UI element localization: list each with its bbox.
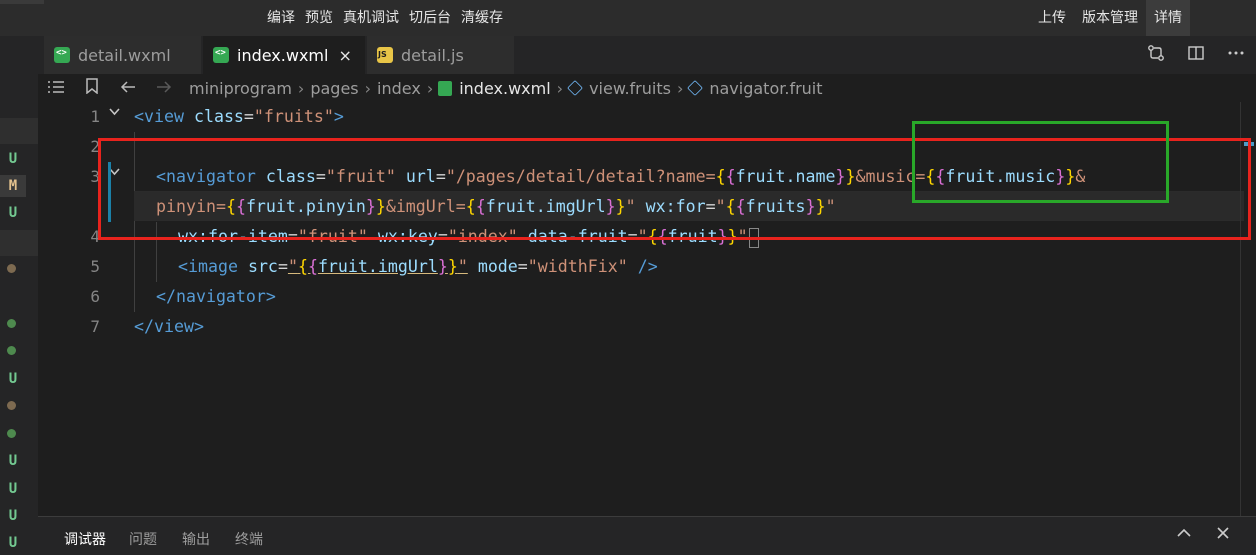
git-untracked-badge: U [8,151,18,167]
tab-label: index.wxml [237,45,329,65]
forward-arrow-icon[interactable] [146,79,182,98]
wxml-file-icon [54,47,70,63]
breadcrumb-separator: › [364,78,372,98]
preview-button[interactable]: 预览 [300,0,338,36]
toolbar-right-group: 上传 版本管理 详情 [1030,0,1190,36]
code-line-5: <image src="{{fruit.imgUrl}}" mode="widt… [178,257,658,276]
more-actions-icon[interactable] [1216,44,1256,67]
tab-actions [1136,36,1256,74]
tab-debugger[interactable]: 调试器 [64,517,106,555]
fold-chevron-icon[interactable] [108,102,124,130]
line-number: 2 [90,137,100,156]
wxml-file-icon [438,80,453,96]
tab-terminal[interactable]: 终端 [235,517,263,555]
close-panel-icon[interactable] [1215,525,1231,546]
git-untracked-badge: U [8,453,18,469]
git-untracked-badge: U [8,481,18,497]
wxml-file-icon [213,47,229,63]
tab-detail-wxml[interactable]: detail.wxml [44,36,202,74]
version-management-button[interactable]: 版本管理 [1074,0,1146,36]
git-modified-badge: M [0,175,26,197]
back-arrow-icon[interactable] [110,79,146,98]
element-cube-icon [567,80,583,96]
line-number: 6 [90,287,100,306]
breadcrumb-item-index[interactable]: index [374,79,424,98]
tab-problems[interactable]: 问题 [129,517,157,555]
code-line-6: </navigator> [156,287,276,306]
breadcrumb-item-pages[interactable]: pages [307,79,361,98]
compile-button[interactable]: 编译 [262,0,300,36]
code-line-1: <view class="fruits"> [134,107,344,126]
toolbar-corner [0,0,44,4]
activity-band [0,118,38,144]
git-dot-icon [7,401,16,410]
line-number: 1 [90,107,100,126]
breadcrumb-item-navigator[interactable]: navigator.fruit [706,79,825,98]
git-dot-icon [7,264,16,273]
upload-button[interactable]: 上传 [1030,0,1074,36]
breadcrumb-separator: › [297,78,305,98]
compare-changes-icon[interactable] [1136,44,1176,67]
breadcrumb-item-miniprogram[interactable]: miniprogram [186,79,295,98]
git-untracked-badge: U [8,371,18,387]
git-dot-icon [7,346,16,355]
tab-index-wxml[interactable]: index.wxml × [203,36,366,74]
top-toolbar: 编译 预览 真机调试 切后台 清缓存 上传 版本管理 详情 [0,0,1256,36]
git-dot-icon [7,319,16,328]
git-dot-icon [7,429,16,438]
switch-background-button[interactable]: 切后台 [404,0,456,36]
close-icon[interactable]: × [338,46,351,65]
bottom-panel: 调试器 问题 输出 终端 [38,516,1256,555]
tab-label: detail.js [401,45,464,65]
tab-detail-js[interactable]: detail.js [367,36,515,74]
editor-tab-bar: detail.wxml index.wxml × detail.js [0,36,1256,74]
breadcrumb-separator: › [676,78,684,98]
element-cube-icon [687,80,704,96]
toolbar-left-group: 编译 预览 真机调试 切后台 清缓存 [262,0,508,36]
breadcrumb-separator: › [426,78,434,98]
maximize-panel-icon[interactable] [1176,525,1192,546]
js-file-icon [377,47,393,63]
breadcrumb-item-view[interactable]: view.fruits [586,79,674,98]
code-line-7: </view> [134,317,204,336]
tab-output[interactable]: 输出 [182,517,210,555]
breadcrumb-path: miniprogram › pages › index › index.wxml… [186,79,826,98]
remote-debug-button[interactable]: 真机调试 [338,0,404,36]
git-untracked-badge: U [8,205,18,221]
git-untracked-badge: U [8,535,18,551]
git-status-strip: U M U U U U U U [0,36,38,555]
bookmark-icon[interactable] [74,78,110,98]
breadcrumb-item-file[interactable]: index.wxml [456,79,553,98]
line-number-gutter: 1 2 3 4 5 6 7 [38,102,104,516]
green-highlight-box [912,121,1169,203]
line-number: 5 [90,257,100,276]
line-number: 4 [90,227,100,246]
line-number: 3 [90,167,100,186]
activity-band [0,230,38,256]
breadcrumb: miniprogram › pages › index › index.wxml… [38,74,1256,102]
tab-label: detail.wxml [78,45,171,65]
git-untracked-badge: U [8,508,18,524]
split-editor-icon[interactable] [1176,44,1216,67]
line-number: 7 [90,317,100,336]
breadcrumb-separator: › [556,78,564,98]
outline-list-icon[interactable] [38,79,74,98]
details-button[interactable]: 详情 [1146,0,1190,36]
clear-cache-button[interactable]: 清缓存 [456,0,508,36]
